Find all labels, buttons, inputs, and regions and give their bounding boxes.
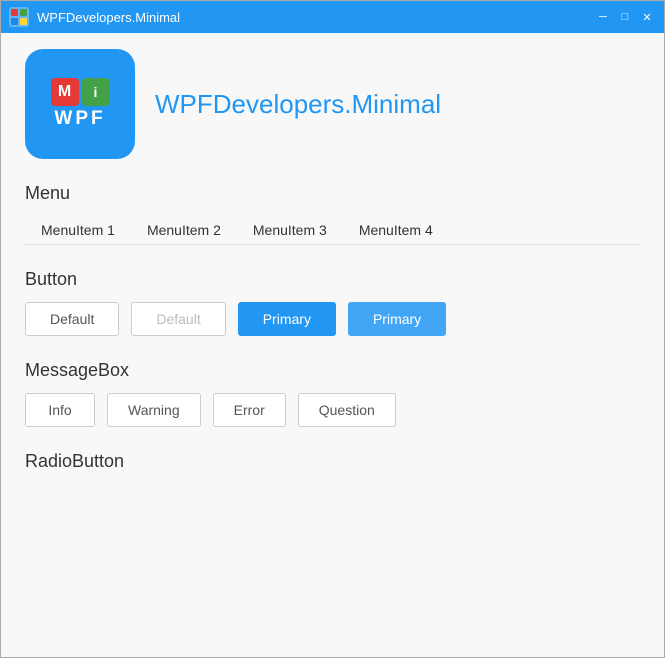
app-title: WPFDevelopers.Minimal bbox=[155, 89, 441, 120]
messagebox-section: MessageBox Info Warning Error Question bbox=[25, 360, 640, 427]
menu-section: Menu MenuItem 1 MenuItem 2 MenuItem 3 Me… bbox=[25, 183, 640, 245]
radiobutton-label: RadioButton bbox=[25, 451, 640, 472]
logo-bottom-row: WPF bbox=[54, 108, 105, 130]
logo-wpf-text: WPF bbox=[54, 108, 105, 130]
titlebar-icon bbox=[9, 7, 29, 27]
warning-button[interactable]: Warning bbox=[107, 393, 201, 427]
primary-button-1[interactable]: Primary bbox=[238, 302, 336, 336]
window-controls: ─ □ ✕ bbox=[594, 8, 656, 26]
button-row: Default Default Primary Primary bbox=[25, 302, 640, 336]
primary-button-2[interactable]: Primary bbox=[348, 302, 446, 336]
menu-item-3[interactable]: MenuItem 3 bbox=[237, 216, 343, 244]
maximize-button[interactable]: □ bbox=[616, 8, 634, 26]
menu-item-4[interactable]: MenuItem 4 bbox=[343, 216, 449, 244]
error-button[interactable]: Error bbox=[213, 393, 286, 427]
header-section: M i WPF WPFDevelopers.Minimal bbox=[25, 49, 640, 159]
close-button[interactable]: ✕ bbox=[638, 8, 656, 26]
messagebox-label: MessageBox bbox=[25, 360, 640, 381]
app-window: WPFDevelopers.Minimal ─ □ ✕ M i WPF bbox=[0, 0, 665, 658]
titlebar: WPFDevelopers.Minimal ─ □ ✕ bbox=[1, 1, 664, 33]
menu-label: Menu bbox=[25, 183, 640, 204]
titlebar-title: WPFDevelopers.Minimal bbox=[37, 10, 594, 25]
info-button[interactable]: Info bbox=[25, 393, 95, 427]
logo-top-row: M i bbox=[51, 78, 110, 106]
menu-bar: MenuItem 1 MenuItem 2 MenuItem 3 MenuIte… bbox=[25, 216, 640, 245]
default-button-1[interactable]: Default bbox=[25, 302, 119, 336]
main-content: M i WPF WPFDevelopers.Minimal Menu MenuI… bbox=[1, 33, 664, 657]
question-button[interactable]: Question bbox=[298, 393, 396, 427]
button-section-label: Button bbox=[25, 269, 640, 290]
logo-inner: M i WPF bbox=[51, 78, 110, 130]
logo-i-square: i bbox=[82, 78, 110, 106]
menu-item-1[interactable]: MenuItem 1 bbox=[25, 216, 131, 244]
app-logo: M i WPF bbox=[25, 49, 135, 159]
button-section: Button Default Default Primary Primary bbox=[25, 269, 640, 336]
menu-item-2[interactable]: MenuItem 2 bbox=[131, 216, 237, 244]
minimize-button[interactable]: ─ bbox=[594, 8, 612, 26]
logo-m-square: M bbox=[51, 78, 79, 106]
messagebox-row: Info Warning Error Question bbox=[25, 393, 640, 427]
radiobutton-section: RadioButton bbox=[25, 451, 640, 472]
default-button-2[interactable]: Default bbox=[131, 302, 225, 336]
